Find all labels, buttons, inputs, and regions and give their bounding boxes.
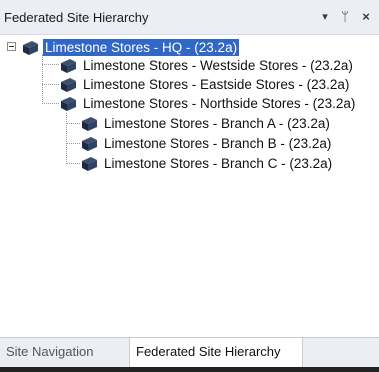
tree-connector-line <box>42 54 43 104</box>
tree-connector-line <box>66 143 80 144</box>
tree-node-eastside[interactable]: Limestone Stores - Eastside Stores - (23… <box>59 75 351 94</box>
tab-site-navigation[interactable]: Site Navigation <box>0 338 128 368</box>
tree-node-label: Limestone Stores - HQ - (23.2a) <box>43 39 240 56</box>
tree-node-label: Limestone Stores - Branch A - (23.2a) <box>104 116 330 131</box>
tree-node-branch-c[interactable]: Limestone Stores - Branch C - (23.2a) <box>80 154 334 173</box>
site-hierarchy-tree: Limestone Stores - HQ - (23.2a) Limeston… <box>0 35 379 337</box>
tree-node-label: Limestone Stores - Eastside Stores - (23… <box>83 77 350 92</box>
pin-icon[interactable]: ᛘ <box>338 9 352 25</box>
tree-connector-line <box>42 103 59 104</box>
site-server-icon <box>82 136 97 151</box>
tree-connector-line <box>42 84 59 85</box>
site-server-icon <box>23 40 38 55</box>
close-icon[interactable]: × <box>358 9 374 25</box>
tree-connector-line <box>66 113 67 164</box>
site-server-icon <box>61 77 76 92</box>
tree-connector-line <box>66 163 80 164</box>
panel-title-bar: Federated Site Hierarchy ▾ ᛘ × <box>0 0 379 35</box>
panel-title: Federated Site Hierarchy <box>4 10 149 25</box>
tree-node-label: Limestone Stores - Branch C - (23.2a) <box>104 156 333 171</box>
tree-node-label: Limestone Stores - Branch B - (23.2a) <box>104 136 332 151</box>
tab-federated-site-hierarchy[interactable]: Federated Site Hierarchy <box>129 338 303 368</box>
bottom-divider <box>0 367 379 372</box>
window-position-dropdown-icon[interactable]: ▾ <box>318 9 332 25</box>
tree-connector-line <box>42 64 59 65</box>
tree-node-branch-a[interactable]: Limestone Stores - Branch A - (23.2a) <box>80 114 332 133</box>
tree-connector-line <box>66 123 80 124</box>
site-server-icon <box>61 58 76 73</box>
site-server-icon <box>82 156 97 171</box>
tree-node-label: Limestone Stores - Westside Stores - (23… <box>83 58 353 73</box>
tree-node-label: Limestone Stores - Northside Stores - (2… <box>83 96 356 111</box>
tree-node-westside[interactable]: Limestone Stores - Westside Stores - (23… <box>59 56 355 75</box>
tree-node-northside[interactable]: Limestone Stores - Northside Stores - (2… <box>59 94 357 113</box>
site-server-icon <box>61 96 76 111</box>
site-server-icon <box>82 116 97 131</box>
tree-node-hq[interactable]: Limestone Stores - HQ - (23.2a) <box>21 38 240 57</box>
collapse-minus-icon[interactable] <box>7 42 16 51</box>
tree-node-branch-b[interactable]: Limestone Stores - Branch B - (23.2a) <box>80 134 333 153</box>
